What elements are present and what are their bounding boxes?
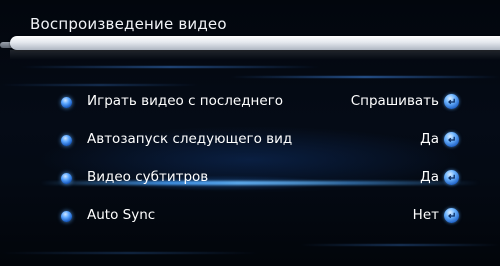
- bullet-icon: [61, 173, 72, 184]
- header-bar-reflection: [10, 50, 500, 60]
- settings-menu: Играть видео с последнего Спрашивать Авт…: [0, 88, 500, 240]
- menu-item-subtitles[interactable]: Видео субтитров Да: [0, 164, 500, 202]
- header-bar: [10, 36, 500, 50]
- menu-item-label: Видео субтитров: [87, 169, 209, 185]
- enter-icon[interactable]: [444, 208, 459, 223]
- menu-item-autoplay-next[interactable]: Автозапуск следующего вид Да: [0, 126, 500, 164]
- enter-icon[interactable]: [444, 94, 459, 109]
- menu-item-value: Спрашивать: [350, 93, 439, 109]
- page-title: Воспроизведение видео: [30, 15, 227, 33]
- enter-arrow-glyph: [448, 174, 455, 181]
- decorative-streak: [0, 252, 260, 254]
- menu-item-value: Да: [420, 131, 439, 147]
- bullet-icon: [61, 135, 72, 146]
- menu-item-value: Нет: [412, 207, 439, 223]
- menu-item-label: Автозапуск следующего вид: [87, 131, 293, 147]
- bullet-icon: [61, 211, 72, 222]
- video-playback-settings-screen: Воспроизведение видео Играть видео с пос…: [0, 0, 500, 266]
- enter-icon[interactable]: [444, 132, 459, 147]
- decorative-streak: [20, 66, 320, 68]
- menu-item-label: Auto Sync: [87, 207, 156, 223]
- enter-arrow-glyph: [448, 98, 455, 105]
- enter-arrow-glyph: [448, 136, 455, 143]
- enter-icon[interactable]: [444, 170, 459, 185]
- enter-arrow-glyph: [448, 212, 455, 219]
- menu-item-label: Играть видео с последнего: [87, 93, 284, 109]
- bullet-icon: [61, 97, 72, 108]
- decorative-streak: [230, 76, 500, 78]
- menu-item-value: Да: [420, 169, 439, 185]
- menu-item-resume-playback[interactable]: Играть видео с последнего Спрашивать: [0, 88, 500, 126]
- decorative-streak: [0, 84, 200, 86]
- decorative-streak: [300, 244, 500, 246]
- menu-item-auto-sync[interactable]: Auto Sync Нет: [0, 202, 500, 240]
